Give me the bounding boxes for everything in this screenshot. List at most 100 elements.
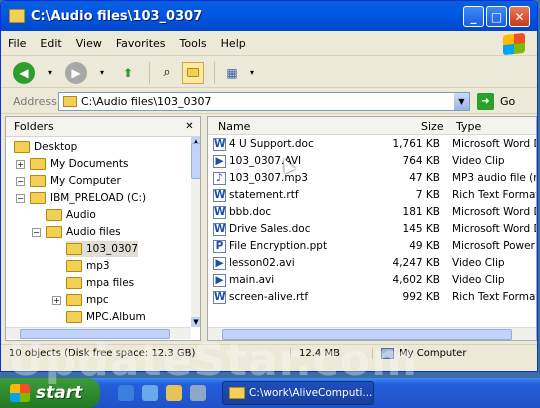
- table-row[interactable]: W Drive Sales.doc 145 KB Microsoft Word D: [208, 221, 536, 238]
- scroll-thumb[interactable]: [222, 329, 512, 340]
- folder-node[interactable]: 103_0307: [66, 241, 139, 257]
- address-bar: Address C:\Audio files\103_0307 ▼ ➜ Go: [1, 90, 537, 114]
- table-row[interactable]: P File Encryption.ppt 49 KB Microsoft Power: [208, 238, 536, 255]
- expand-icon[interactable]: +: [16, 160, 25, 169]
- forward-dropdown-icon[interactable]: ▾: [91, 62, 113, 84]
- collapse-icon[interactable]: −: [16, 177, 25, 186]
- column-size[interactable]: Size: [421, 120, 444, 133]
- word-doc-icon: W: [213, 206, 226, 219]
- scroll-thumb[interactable]: [20, 329, 170, 339]
- table-row[interactable]: Wbbb.doc 181 KB Microsoft Word D: [208, 204, 536, 221]
- up-folder-icon[interactable]: ⬆: [117, 62, 139, 84]
- collapse-icon[interactable]: −: [32, 228, 41, 237]
- title-bar[interactable]: C:\Audio files\103_0307 _ □ ✕: [1, 1, 537, 31]
- folder-node[interactable]: Desktop: [14, 139, 77, 155]
- folder-node-label: MPC.Album: [86, 311, 146, 323]
- folder-node[interactable]: − My Computer: [16, 173, 121, 189]
- table-row[interactable]: ▶ 103_0307.AVI 764 KB Video Clip: [208, 153, 536, 170]
- table-row[interactable]: Wstatement.rtf 7 KB Rich Text Format: [208, 187, 536, 204]
- go-button[interactable]: ➜ Go: [477, 93, 515, 110]
- expand-icon[interactable]: +: [52, 296, 61, 305]
- file-size: 4,247 KB: [392, 257, 441, 269]
- file-list-header: Name Size Type: [208, 117, 536, 135]
- address-input[interactable]: C:\Audio files\103_0307 ▼: [58, 92, 470, 111]
- explorer-window: C:\Audio files\103_0307 _ □ ✕ File Edit …: [0, 0, 538, 372]
- file-type: Video Clip: [452, 257, 505, 269]
- files-horizontal-scrollbar[interactable]: [208, 327, 536, 340]
- windows-logo-icon: [503, 32, 525, 56]
- folder-node[interactable]: + My Documents: [16, 156, 129, 172]
- menu-file[interactable]: File: [1, 37, 33, 50]
- taskbar-item-label: C:\work\AliveComputi...: [249, 387, 373, 399]
- file-size: 47 KB: [409, 172, 440, 184]
- folders-vertical-scrollbar[interactable]: ▲ ▼: [191, 137, 200, 327]
- file-name: main.avi: [229, 274, 275, 286]
- folder-node[interactable]: − Audio files: [32, 224, 121, 240]
- table-row[interactable]: ▶ main.avi 4,602 KB Video Clip: [208, 272, 536, 289]
- folder-node[interactable]: − IBM_PRELOAD (C:): [16, 190, 146, 206]
- address-value: C:\Audio files\103_0307: [81, 95, 212, 108]
- folder-node-label: mp3: [86, 260, 110, 272]
- close-button[interactable]: ✕: [509, 6, 530, 27]
- table-row[interactable]: ▶ lesson02.avi 4,247 KB Video Clip: [208, 255, 536, 272]
- video-clip-icon: ▶: [213, 274, 226, 287]
- start-button[interactable]: start: [0, 378, 100, 408]
- close-icon[interactable]: ✕: [183, 120, 196, 133]
- search-icon[interactable]: ⌕: [156, 62, 178, 84]
- folders-horizontal-scrollbar[interactable]: [6, 327, 191, 339]
- column-name[interactable]: Name: [218, 120, 250, 133]
- taskbar-item-explorer[interactable]: C:\work\AliveComputi...: [222, 381, 374, 405]
- folder-node[interactable]: Audio: [46, 207, 96, 223]
- column-type[interactable]: Type: [456, 120, 481, 133]
- rtf-doc-icon: W: [213, 189, 226, 202]
- folder-node[interactable]: + mpc: [52, 292, 109, 308]
- menu-tools[interactable]: Tools: [173, 37, 214, 50]
- rtf-doc-icon: W: [213, 291, 226, 304]
- file-name: File Encryption.ppt: [229, 240, 328, 252]
- back-icon[interactable]: ◀: [13, 61, 35, 84]
- views-dropdown-icon[interactable]: ▾: [247, 62, 257, 84]
- back-dropdown-icon[interactable]: ▾: [39, 62, 61, 84]
- file-type: MP3 audio file (m: [452, 172, 537, 184]
- video-clip-icon: ▶: [213, 257, 226, 270]
- table-row[interactable]: Wscreen-alive.rtf 992 KB Rich Text Format: [208, 289, 536, 306]
- chevron-down-icon[interactable]: ▼: [454, 93, 469, 110]
- collapse-icon[interactable]: −: [16, 194, 25, 203]
- window-title: C:\Audio files\103_0307: [31, 8, 203, 24]
- scroll-thumb[interactable]: [191, 143, 200, 179]
- folder-icon: [46, 226, 62, 238]
- toolbar: ◀ ▾ ▶ ▾ ⬆ ⌕ ▦ ▾: [1, 58, 537, 88]
- quicklaunch-icon[interactable]: [166, 385, 182, 401]
- folders-title: Folders: [14, 120, 54, 133]
- folder-node-label: My Documents: [50, 158, 129, 170]
- folder-node[interactable]: MPC.Album: [66, 309, 146, 325]
- scroll-down-icon[interactable]: ▼: [191, 317, 200, 327]
- folders-icon[interactable]: [182, 61, 204, 84]
- folder-node-label: My Computer: [50, 175, 121, 187]
- quicklaunch-icon[interactable]: [142, 385, 158, 401]
- forward-icon[interactable]: ▶: [65, 61, 87, 84]
- quicklaunch-icon[interactable]: [190, 385, 206, 401]
- menu-help[interactable]: Help: [214, 37, 253, 50]
- go-arrow-icon: ➜: [477, 93, 494, 110]
- file-size: 1,761 KB: [392, 138, 441, 150]
- maximize-button[interactable]: □: [486, 6, 507, 27]
- table-row[interactable]: W4 U Support.doc 1,761 KB Microsoft Word D: [208, 136, 536, 153]
- folder-icon: [30, 192, 46, 204]
- ie-icon[interactable]: [118, 385, 134, 401]
- folder-icon: [30, 175, 46, 187]
- menu-view[interactable]: View: [69, 37, 109, 50]
- folder-node[interactable]: mp3: [66, 258, 110, 274]
- menu-edit[interactable]: Edit: [33, 37, 68, 50]
- minimize-button[interactable]: _: [463, 6, 484, 27]
- menu-favorites[interactable]: Favorites: [109, 37, 173, 50]
- folder-node[interactable]: mpa files: [66, 275, 134, 291]
- status-location: My Computer: [373, 347, 466, 359]
- video-clip-icon: ▶: [213, 155, 226, 168]
- windows-logo-icon: [10, 384, 30, 402]
- views-icon[interactable]: ▦: [221, 62, 243, 84]
- go-label: Go: [500, 95, 516, 108]
- file-type: Video Clip: [452, 274, 505, 286]
- folder-icon: [66, 294, 82, 306]
- table-row[interactable]: ♪ 103_0307.mp3 47 KB MP3 audio file (m: [208, 170, 536, 187]
